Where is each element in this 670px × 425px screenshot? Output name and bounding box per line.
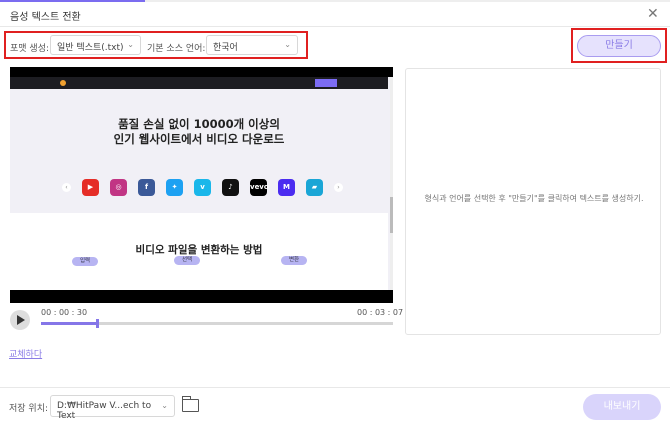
play-button[interactable] (10, 310, 30, 330)
language-label: 기본 소스 언어: (147, 44, 206, 54)
divider (0, 387, 670, 388)
language-select[interactable]: 한국어 ⌄ (206, 35, 298, 55)
preview-section: 비디오 파일을 변환하는 방법 입력 선택 변환 (10, 213, 388, 290)
carousel-next-icon[interactable]: › (334, 183, 343, 192)
dailymotion-icon: M (278, 179, 295, 196)
current-time: 00 : 00 : 30 (41, 308, 88, 317)
window-title: 음성 텍스트 전환 (10, 12, 81, 23)
preview-scrollbar[interactable] (390, 77, 393, 290)
video-frame: 품질 손실 없이 10000개 이상의 인기 웹사이트에서 비디오 다운로드 ‹… (10, 77, 393, 290)
total-time: 00 : 03 : 07 (357, 308, 404, 317)
result-text-panel: 형식과 언어를 선택한 후 "만들기"를 클릭하여 텍스트를 생성하기. (405, 68, 661, 335)
step-badge: 입력 (72, 257, 98, 266)
folder-icon[interactable] (181, 396, 199, 412)
format-label: 포맷 생성: (10, 44, 50, 54)
chevron-down-icon: ⌄ (161, 401, 168, 410)
chevron-down-icon: ⌄ (284, 40, 291, 49)
preview-headline-2: 인기 웹사이트에서 비디오 다운로드 (113, 132, 285, 146)
window-top-border (0, 0, 670, 2)
save-location-select[interactable]: D:₩HitPaw V...ech to Text ⌄ (50, 395, 175, 421)
twitter-icon: ✦ (166, 179, 183, 196)
other-icon: ▰ (306, 179, 323, 196)
site-icons: ‹ ▶ ◎ f ✦ v ♪ vevo M ▰ › (62, 179, 343, 196)
chevron-down-icon: ⌄ (127, 40, 134, 49)
video-preview[interactable]: 품질 손실 없이 10000개 이상의 인기 웹사이트에서 비디오 다운로드 ‹… (10, 67, 393, 303)
facebook-icon: f (138, 179, 155, 196)
step-badge: 선택 (174, 256, 200, 265)
preview-headline-1: 품질 손실 없이 10000개 이상의 (118, 117, 280, 131)
vimeo-icon: v (194, 179, 211, 196)
save-path: D:₩HitPaw V...ech to Text (57, 401, 152, 421)
carousel-prev-icon[interactable]: ‹ (62, 183, 71, 192)
divider (0, 26, 670, 27)
language-value: 한국어 (213, 43, 238, 53)
make-button[interactable]: 만들기 (577, 35, 661, 57)
result-hint: 형식과 언어를 선택한 후 "만들기"를 클릭하여 텍스트를 생성하기. (424, 194, 644, 203)
preview-section-title: 비디오 파일을 변환하는 방법 (135, 244, 263, 256)
site-navbar (10, 77, 388, 89)
replace-link[interactable]: 교체하다 (9, 347, 42, 360)
seek-handle[interactable] (96, 319, 100, 328)
instagram-icon: ◎ (110, 179, 127, 196)
youtube-icon: ▶ (82, 179, 99, 196)
vevo-icon: vevo (250, 179, 269, 196)
tiktok-icon: ♪ (222, 179, 239, 196)
step-badge: 변환 (281, 256, 307, 265)
save-location-label: 저장 위치: (9, 404, 49, 414)
format-select[interactable]: 일반 텍스트(.txt) ⌄ (50, 35, 141, 55)
format-value: 일반 텍스트(.txt) (57, 43, 124, 53)
seek-slider[interactable] (41, 319, 393, 328)
close-icon[interactable]: ✕ (647, 6, 659, 22)
export-button[interactable]: 내보내기 (583, 394, 661, 420)
